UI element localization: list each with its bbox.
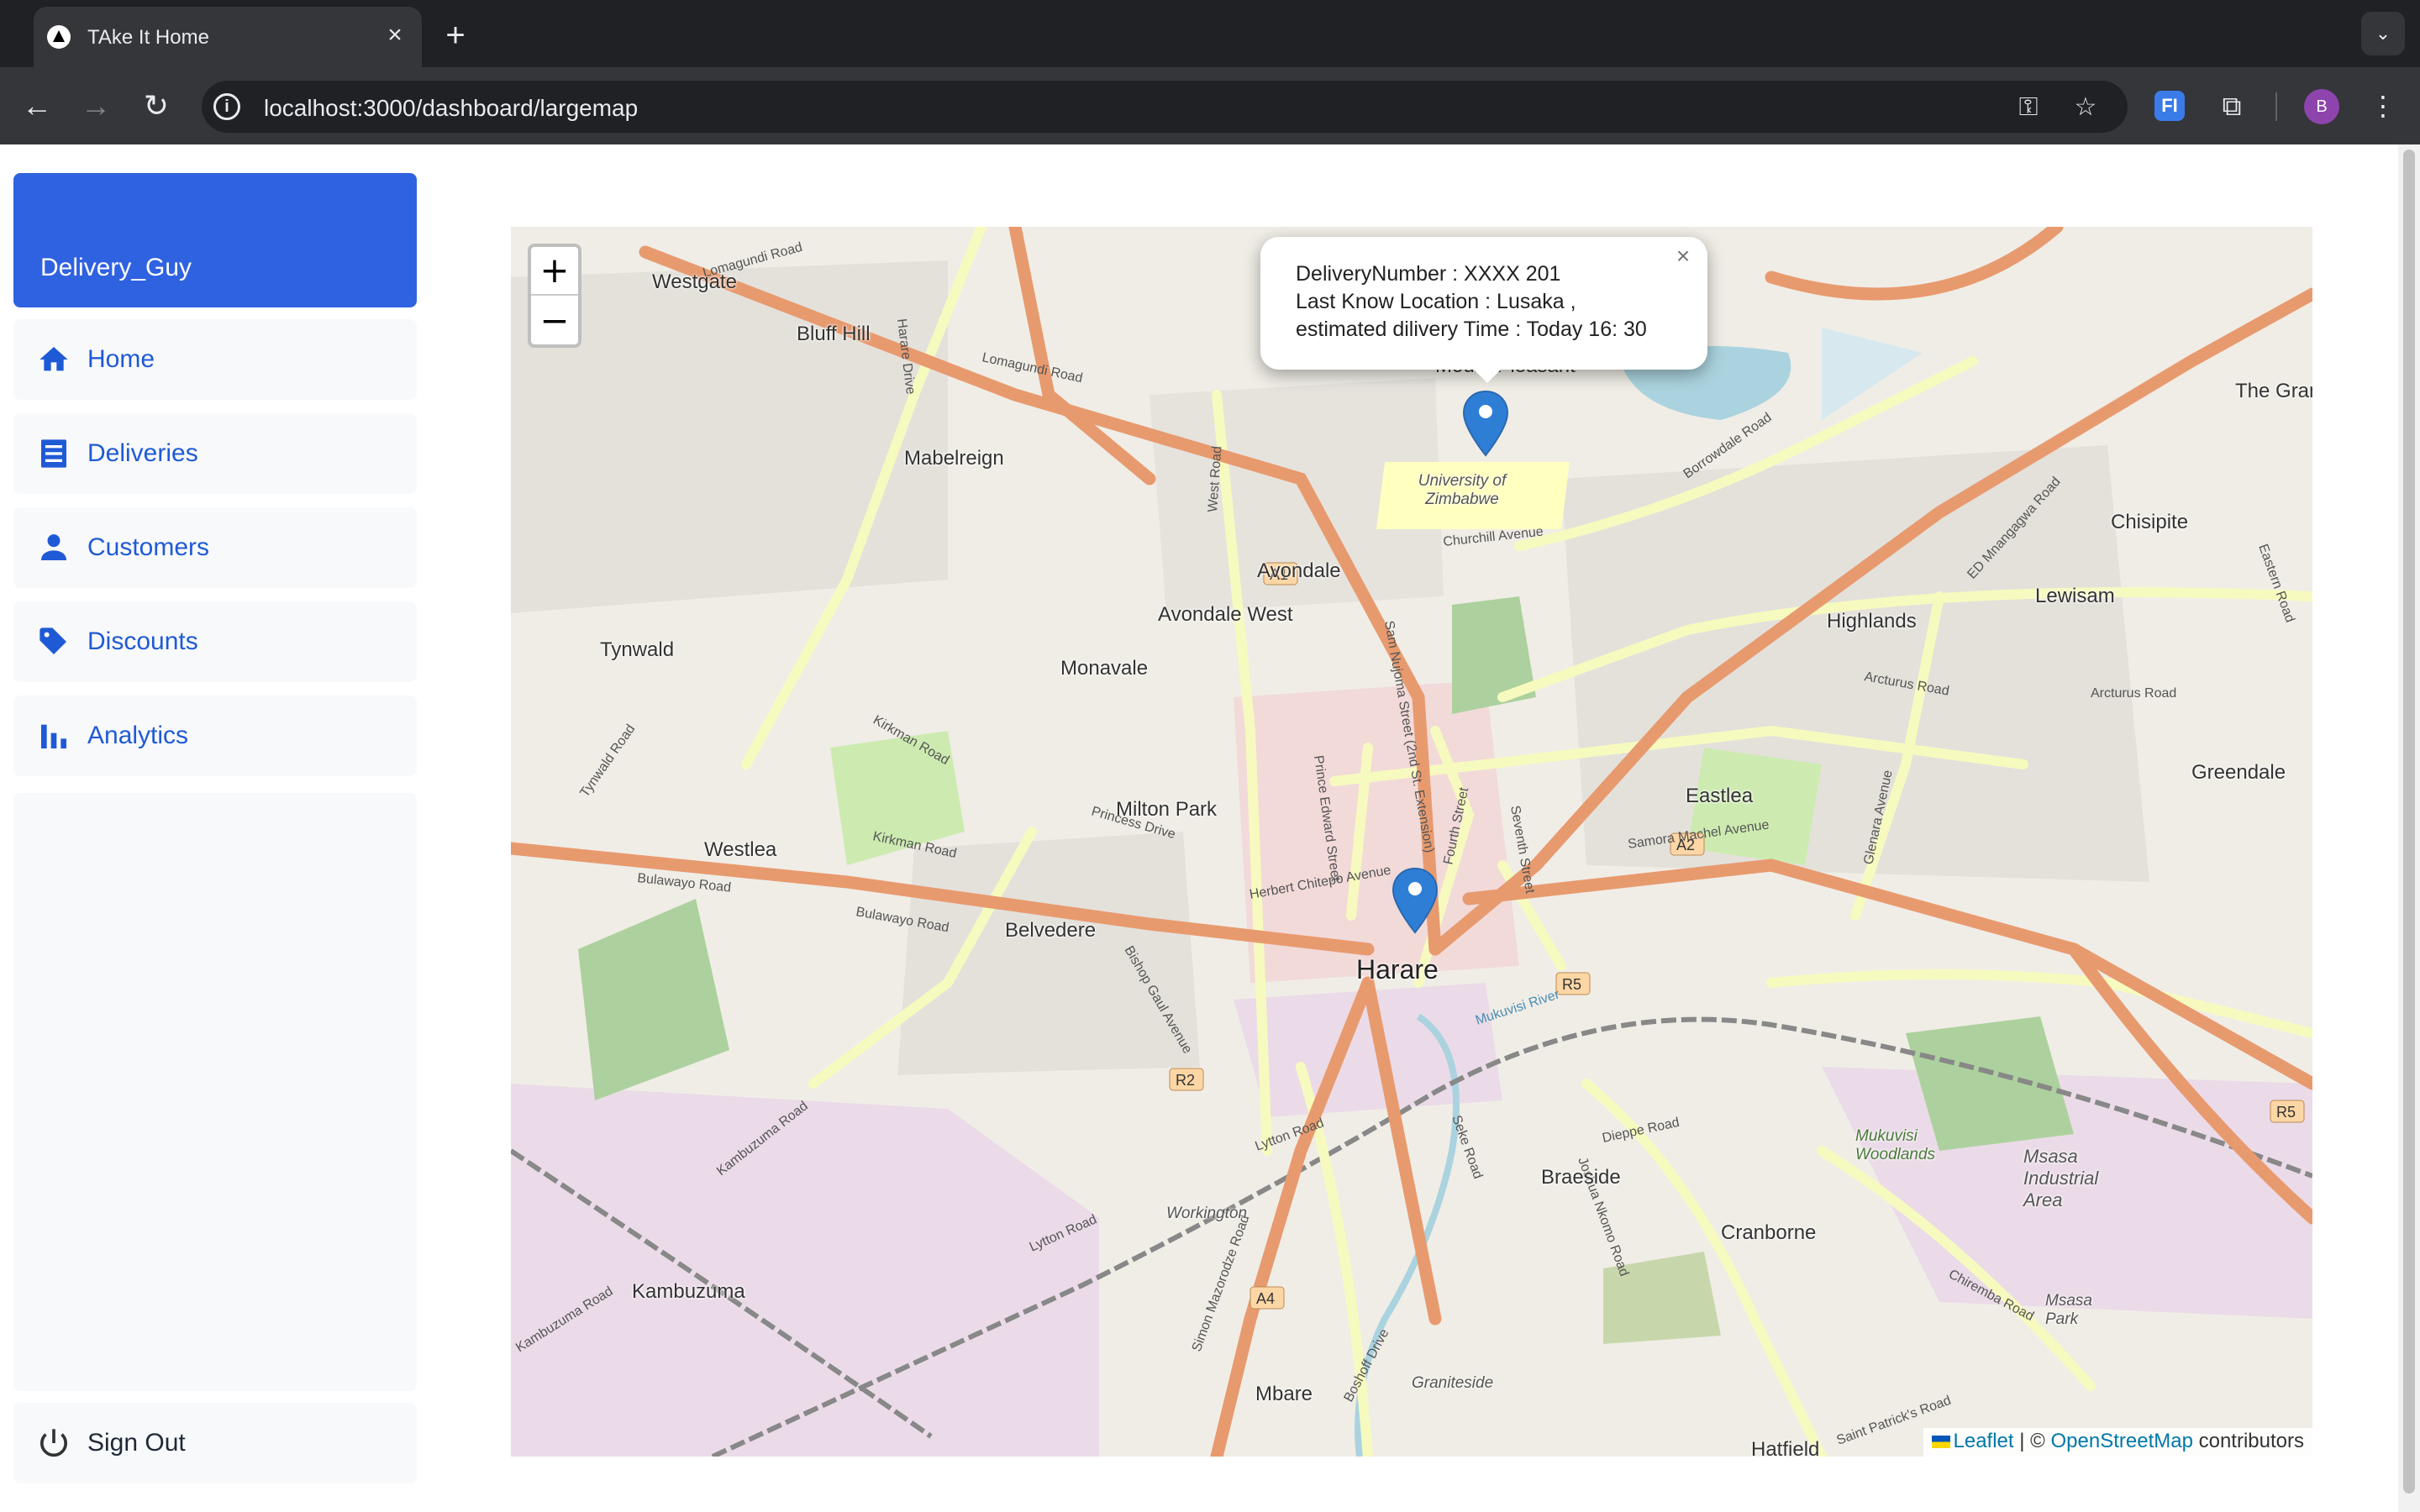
ukraine-flag-icon — [1931, 1436, 1950, 1448]
place-label: Monavale — [1060, 657, 1149, 680]
place-label: Cranborne — [1721, 1221, 1817, 1244]
place-label: Avondale West — [1158, 603, 1293, 626]
forward-icon[interactable]: → — [76, 86, 116, 126]
popup-delivery-number: DeliveryNumber : XXXX 201 — [1296, 262, 1561, 286]
place-label: University of Zimbabwe — [1418, 472, 1507, 508]
sidebar-item-discounts[interactable]: Discounts — [13, 601, 417, 682]
sidebar-header: Delivery_Guy — [13, 173, 417, 307]
home-icon — [39, 347, 68, 371]
bar-chart-icon — [41, 724, 66, 748]
place-label: Belvedere — [1005, 919, 1097, 942]
extensions-puzzle-icon[interactable]: ⧉ — [2212, 86, 2252, 126]
zoom-control: + − — [528, 244, 581, 348]
tab-close-icon[interactable]: × — [380, 20, 410, 50]
leaflet-link[interactable]: Leaflet — [1954, 1430, 2014, 1452]
map-marker-icon[interactable] — [1462, 390, 1509, 457]
place-label: Westlea — [704, 838, 777, 861]
back-icon[interactable]: ← — [17, 86, 57, 126]
sidebar-item-customers[interactable]: Customers — [13, 507, 417, 588]
sign-out-button[interactable]: Sign Out — [13, 1403, 417, 1483]
popup-last-location: Last Know Location : Lusaka , — [1296, 290, 1576, 313]
place-label: Highlands — [1827, 610, 1917, 633]
map-marker-icon[interactable] — [1392, 867, 1439, 934]
user-name: Delivery_Guy — [40, 254, 192, 281]
road-shield: R2 — [1176, 1072, 1195, 1089]
popup-tip — [1470, 366, 1504, 383]
tag-icon — [39, 627, 66, 654]
place-label: Mukuvisi Woodlands — [1855, 1127, 1936, 1163]
road-shield: A4 — [1256, 1290, 1275, 1307]
zoom-out-button[interactable]: − — [531, 297, 578, 346]
place-label: Harare — [1356, 954, 1439, 984]
svg-text:Arcturus Road: Arcturus Road — [2091, 686, 2176, 701]
place-label: Mbare — [1255, 1383, 1313, 1405]
menu-kebab-icon[interactable]: ⋮ — [2363, 86, 2403, 126]
attribution-tail: contributors — [2198, 1430, 2304, 1452]
favicon-icon — [47, 25, 71, 49]
sidebar-item-analytics[interactable]: Analytics — [13, 696, 417, 776]
map-tiles[interactable]: A1 A2 R2 R5 A4 R5 Lomagundi Road Lomagun… — [511, 227, 2312, 1457]
tab-search-button[interactable]: ⌄ — [2361, 12, 2405, 55]
sidebar-item-label: Deliveries — [87, 439, 198, 467]
reload-icon[interactable]: ↻ — [136, 86, 176, 126]
browser-tab[interactable]: TAke It Home × — [34, 7, 422, 67]
popup-eta: estimated dilivery Time : Today 16: 30 — [1296, 318, 1647, 341]
zoom-in-button[interactable]: + — [531, 247, 578, 296]
place-label: The Grange — [2235, 380, 2312, 402]
scrollbar-thumb[interactable] — [2403, 150, 2415, 1494]
browser-tab-strip: TAke It Home × + ⌄ — [0, 0, 2420, 67]
sidebar-spacer — [13, 793, 417, 1391]
place-label: Braeside — [1541, 1166, 1621, 1189]
popup-close-icon[interactable]: × — [1670, 244, 1696, 269]
sidebar-item-label: Analytics — [87, 722, 189, 749]
sign-out-label: Sign Out — [87, 1429, 186, 1457]
place-label: Avondale — [1257, 559, 1341, 582]
url-text[interactable]: localhost:3000/dashboard/largemap — [264, 95, 638, 122]
place-label: Lewisam — [2035, 585, 2115, 607]
marker-popup: × DeliveryNumber : XXXX 201 Last Know Lo… — [1260, 237, 1707, 370]
power-icon — [40, 1429, 67, 1457]
page-scrollbar[interactable] — [2398, 144, 2420, 1512]
page-content: Delivery_Guy Home Deliveries Customers D… — [0, 144, 2398, 1512]
place-label: Kambuzuma — [632, 1280, 745, 1303]
attribution-separator: | © — [2019, 1430, 2045, 1452]
new-tab-button[interactable]: + — [437, 17, 474, 54]
place-label: Westgate — [652, 270, 737, 293]
bookmark-star-icon[interactable]: ☆ — [2069, 91, 2102, 124]
place-label: Chisipite — [2111, 511, 2189, 533]
place-label: Msasa Park — [2045, 1292, 2092, 1328]
place-label: Greendale — [2191, 761, 2286, 784]
browser-toolbar: ← → ↻ i localhost:3000/dashboard/largema… — [0, 67, 2420, 144]
place-label: Msasa Industrial Area — [2023, 1146, 2099, 1210]
toolbar-divider — [2275, 92, 2277, 121]
place-label: Mabelreign — [904, 447, 1004, 470]
extension-icon[interactable]: FI — [2154, 91, 2185, 121]
place-label: Hatfield — [1751, 1438, 1820, 1457]
place-label: Eastlea — [1686, 785, 1754, 807]
place-label: Bluff Hill — [797, 323, 871, 345]
road-shield: R5 — [2276, 1104, 2296, 1121]
profile-avatar[interactable]: B — [2304, 89, 2339, 124]
person-icon — [41, 534, 66, 560]
place-label: Graniteside — [1412, 1374, 1494, 1392]
site-info-icon[interactable]: i — [213, 93, 240, 120]
password-key-icon[interactable]: ⚿ — [2012, 91, 2045, 124]
sidebar-item-label: Discounts — [87, 627, 198, 655]
address-bar[interactable]: i localhost:3000/dashboard/largemap ⚿ ☆ — [202, 81, 2128, 133]
map-container[interactable]: A1 A2 R2 R5 A4 R5 Lomagundi Road Lomagun… — [511, 227, 2312, 1457]
place-label: Tynwald — [600, 638, 675, 661]
sidebar-item-deliveries[interactable]: Deliveries — [13, 413, 417, 494]
osm-link[interactable]: OpenStreetMap — [2051, 1430, 2193, 1452]
place-label: Milton Park — [1116, 798, 1218, 821]
list-icon — [41, 439, 66, 468]
place-label: Workington — [1166, 1205, 1248, 1222]
map-attribution: Leaflet | © OpenStreetMap contributors — [1923, 1428, 2312, 1457]
road-shield: R5 — [1562, 976, 1581, 993]
tab-title: TAke It Home — [87, 26, 209, 49]
sidebar-item-label: Home — [87, 345, 155, 373]
sidebar-item-home[interactable]: Home — [13, 319, 417, 400]
sidebar-item-label: Customers — [87, 533, 210, 561]
